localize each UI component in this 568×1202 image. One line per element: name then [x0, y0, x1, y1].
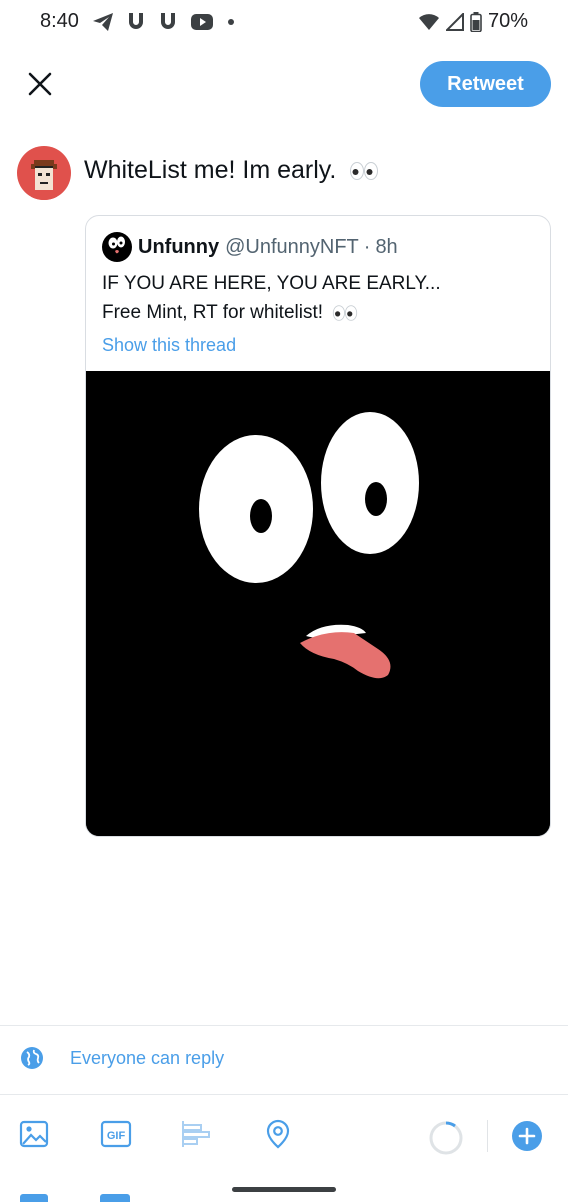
character-count-ring-icon — [429, 1121, 463, 1155]
location-button[interactable] — [262, 1118, 294, 1150]
eyes-emoji-icon — [350, 162, 379, 181]
image-button[interactable] — [18, 1118, 50, 1150]
gif-label: GIF — [107, 1130, 126, 1142]
quoted-tweet-line-1: IF YOU ARE HERE, YOU ARE EARLY... — [102, 273, 441, 294]
location-icon — [266, 1119, 290, 1149]
divider — [0, 1025, 568, 1026]
compose-text: WhiteList me! Im early. — [84, 156, 337, 184]
status-bar: 8:40 70% — [0, 0, 568, 46]
image-icon — [19, 1120, 49, 1148]
eyes-emoji-icon — [333, 305, 358, 321]
status-system-icons: 70% — [418, 10, 528, 33]
divider — [0, 1094, 568, 1095]
close-icon — [28, 72, 52, 96]
status-notification-icons — [92, 11, 236, 33]
show-thread-link[interactable]: Show this thread — [102, 335, 236, 356]
quoted-tweet-header: Unfunny @UnfunnyNFT · 8h — [102, 232, 398, 262]
reply-setting-label: Everyone can reply — [70, 1047, 225, 1068]
quoted-separator: · — [363, 235, 371, 258]
battery-percentage: 70% — [487, 10, 528, 32]
gif-button[interactable]: GIF — [100, 1118, 132, 1150]
magnet-icon — [161, 13, 175, 29]
youtube-icon — [191, 14, 213, 30]
globe-icon — [21, 1047, 43, 1069]
gesture-navigation-bar[interactable] — [232, 1187, 336, 1192]
peek-image-icon — [20, 1194, 48, 1202]
add-tweet-button[interactable] — [511, 1120, 543, 1152]
character-count-ring — [428, 1120, 464, 1156]
compose-text-field[interactable]: WhiteList me! Im early. — [84, 156, 379, 185]
toolbar-divider — [487, 1120, 488, 1152]
poll-button[interactable] — [180, 1118, 212, 1150]
quoted-tweet-line-2-container: Free Mint, RT for whitelist! — [102, 302, 358, 324]
dot-icon — [228, 19, 234, 25]
status-time: 8:40 — [40, 10, 79, 32]
wifi-icon — [418, 13, 439, 30]
quoted-author-name: Unfunny — [138, 235, 220, 258]
user-avatar[interactable] — [17, 146, 71, 200]
close-button[interactable] — [24, 68, 56, 100]
retweet-button[interactable]: Retweet — [420, 61, 551, 107]
quoted-tweet-image[interactable] — [86, 371, 550, 836]
quoted-author-avatar — [102, 232, 132, 262]
signal-icon — [445, 12, 464, 31]
reply-setting[interactable]: Everyone can reply — [20, 1046, 224, 1070]
poll-icon — [182, 1121, 210, 1147]
compose-toolbar: GIF — [0, 1100, 568, 1170]
peek-gif-icon — [100, 1194, 130, 1202]
magnet-icon — [129, 13, 143, 29]
quoted-author-handle: @UnfunnyNFT — [225, 235, 359, 258]
add-tweet-icon — [512, 1121, 542, 1151]
battery-icon — [470, 11, 482, 32]
quoted-tweet-card[interactable]: Unfunny @UnfunnyNFT · 8h IF YOU ARE HERE… — [85, 215, 551, 837]
gif-icon: GIF — [100, 1120, 132, 1148]
quoted-tweet-time: 8h — [375, 235, 398, 258]
telegram-icon — [93, 13, 113, 31]
quoted-tweet-line-2: Free Mint, RT for whitelist! — [102, 302, 324, 323]
